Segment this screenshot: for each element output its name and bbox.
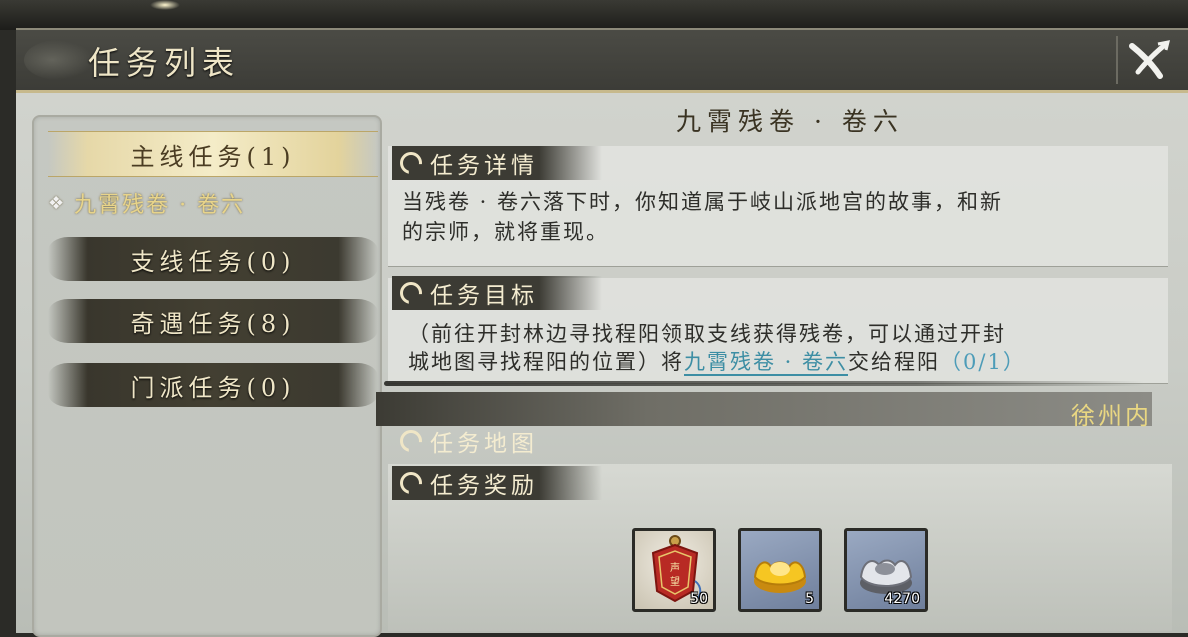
token-text-top: 声	[670, 561, 680, 574]
details-heading-label: 任务详情	[430, 153, 538, 179]
swirl-icon	[400, 282, 422, 304]
tab-side-quest[interactable]: 支线任务(0)	[48, 237, 378, 281]
details-text-line2: 的宗师，就将重现。	[402, 220, 609, 244]
tab-encounter-quest[interactable]: 奇遇任务(8)	[48, 299, 378, 343]
swirl-icon	[400, 472, 422, 494]
tab-main-quest[interactable]: 主线任务(1)	[48, 131, 378, 177]
title-bar: 任务列表	[16, 30, 1188, 93]
objective-text-line2: 城地图寻找程阳的位置）将九霄残卷 · 卷六交给程阳（0/1）	[408, 346, 1026, 378]
objective-suffix: 交给程阳	[848, 350, 941, 374]
details-text-line1: 当残卷 · 卷六落下时，你知道属于岐山派地宫的故事，和新	[402, 190, 1004, 214]
divider	[384, 381, 1144, 386]
quest-title: 九霄残卷 · 卷六	[676, 107, 904, 136]
quest-list-item[interactable]: ❖ 九霄残卷 · 卷六	[48, 187, 245, 219]
tab-encounter-quest-label: 奇遇任务(8)	[130, 309, 296, 338]
swirl-icon	[400, 430, 422, 452]
tab-side-quest-label: 支线任务(0)	[130, 247, 296, 276]
reward-count: 5	[805, 591, 814, 607]
quest-list-item-label: 九霄残卷 · 卷六	[74, 193, 246, 218]
swirl-icon	[400, 152, 422, 174]
sparkle-icon	[150, 0, 180, 10]
top-frame	[0, 0, 1188, 30]
map-location[interactable]: 徐州内	[1071, 396, 1152, 431]
quest-category-panel: 主线任务(1) ❖ 九霄残卷 · 卷六 支线任务(0) 奇遇任务(8) 门派任务…	[32, 115, 382, 637]
objective-prefix: 城地图寻找程阳的位置）将	[408, 350, 684, 374]
tab-sect-quest-label: 门派任务(0)	[130, 373, 296, 402]
close-button[interactable]	[1116, 36, 1174, 84]
diamond-icon: ❖	[48, 192, 67, 214]
objective-progress: （0/1）	[940, 350, 1026, 374]
close-icon	[1129, 40, 1170, 79]
window-title: 任务列表	[88, 44, 241, 82]
cloud-swirl-icon	[24, 40, 94, 80]
reward-count: 4270	[884, 591, 920, 607]
map-heading: 任务地图	[392, 424, 602, 458]
objective-heading: 任务目标	[392, 276, 602, 310]
map-heading-label: 任务地图	[430, 431, 538, 457]
tab-sect-quest[interactable]: 门派任务(0)	[48, 363, 378, 407]
reward-slot-gold[interactable]: 5	[738, 528, 822, 612]
reward-slot-reputation[interactable]: 声 望 50	[632, 528, 716, 612]
quest-item-link[interactable]: 九霄残卷 · 卷六	[684, 350, 849, 376]
reward-count: 50	[690, 591, 708, 607]
reward-heading: 任务奖励	[392, 466, 602, 500]
map-row	[376, 392, 1152, 426]
details-heading: 任务详情	[392, 146, 602, 180]
objective-heading-label: 任务目标	[430, 283, 538, 309]
reward-heading-label: 任务奖励	[430, 473, 538, 499]
reward-slot-silver[interactable]: 4270	[844, 528, 928, 612]
tab-main-quest-label: 主线任务(1)	[130, 142, 296, 171]
token-text-bottom: 望	[670, 575, 680, 588]
